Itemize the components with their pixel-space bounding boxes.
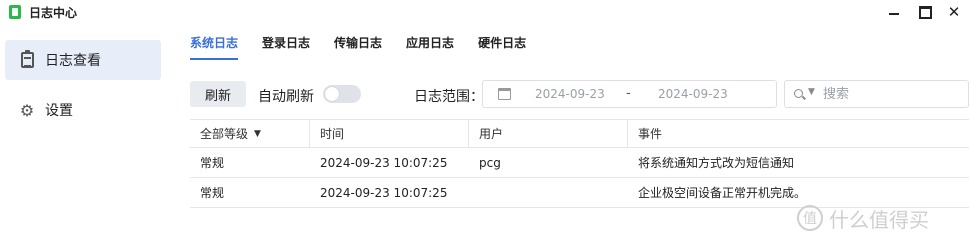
watermark: 值 什么值得买 [797,200,969,236]
table-row[interactable]: 常规 2024-09-23 10:07:25 pcg 将系统通知方式改为短信通知 [190,148,969,178]
cell-level: 常规 [200,186,225,200]
maximize-button[interactable] [916,3,934,21]
table-body: 常规 2024-09-23 10:07:25 pcg 将系统通知方式改为短信通知… [190,148,969,208]
column-header-event[interactable]: 事件 [628,120,969,147]
date-separator: - [626,86,631,101]
table-header: 全部等级 ▼ 时间 用户 事件 [190,119,969,148]
tab-hardware-log[interactable]: 硬件日志 [478,25,526,60]
cell-user [469,178,628,207]
gear-icon: ⚙ [19,100,35,120]
column-header-time[interactable]: 时间 [310,120,469,147]
tab-system-log[interactable]: 系统日志 [190,25,239,60]
cell-time: 2024-09-23 10:07:25 [320,185,448,200]
log-table: 全部等级 ▼ 时间 用户 事件 常规 2024-09-23 10:07:25 p… [190,119,969,208]
cell-user: pcg [479,155,501,170]
column-header-user[interactable]: 用户 [469,120,628,147]
watermark-logo-icon: 值 [797,205,823,231]
clipboard-icon [18,50,36,69]
date-end[interactable]: 2024-09-23 [658,87,728,101]
toggle-knob [325,87,339,101]
sidebar-item-label: 设置 [45,103,73,119]
minimize-button[interactable] [885,3,903,21]
tab-login-log[interactable]: 登录日志 [262,25,310,60]
tab-app-log[interactable]: 应用日志 [406,25,454,60]
title-bar: 日志中心 ✕ [0,0,969,25]
cell-time: 2024-09-23 10:07:25 [320,155,448,170]
auto-refresh-toggle[interactable] [323,85,361,103]
column-header-level[interactable]: 全部等级 ▼ [190,120,310,147]
search-icon [794,89,803,98]
caret-down-icon: ▼ [254,128,261,139]
date-range-picker[interactable]: 2024-09-23 - 2024-09-23 [482,80,777,108]
cell-level: 常规 [200,156,225,170]
tab-transfer-log[interactable]: 传输日志 [334,25,382,60]
app-logo-icon [9,5,21,19]
close-button[interactable]: ✕ [945,3,963,21]
calendar-icon [498,88,511,100]
watermark-text: 什么值得买 [829,207,929,232]
sidebar-item-label: 日志查看 [45,53,101,69]
search-input[interactable] [823,85,963,103]
auto-refresh-label: 自动刷新 [258,89,314,105]
window-title: 日志中心 [29,6,78,20]
cell-event: 将系统通知方式改为短信通知 [638,156,795,170]
refresh-button[interactable]: 刷新 [190,81,246,107]
sidebar-item-log-view[interactable]: 日志查看 [5,40,161,80]
search-box[interactable]: ▼ [784,80,969,108]
sidebar-item-settings[interactable]: ⚙ 设置 [5,90,161,130]
log-range-label: 日志范围： [414,89,484,105]
chevron-down-icon[interactable]: ▼ [808,87,815,97]
sidebar: 日志查看 ⚙ 设置 [0,25,172,241]
date-start[interactable]: 2024-09-23 [535,87,605,101]
log-type-tabs: 系统日志 登录日志 传输日志 应用日志 硬件日志 [190,25,550,60]
